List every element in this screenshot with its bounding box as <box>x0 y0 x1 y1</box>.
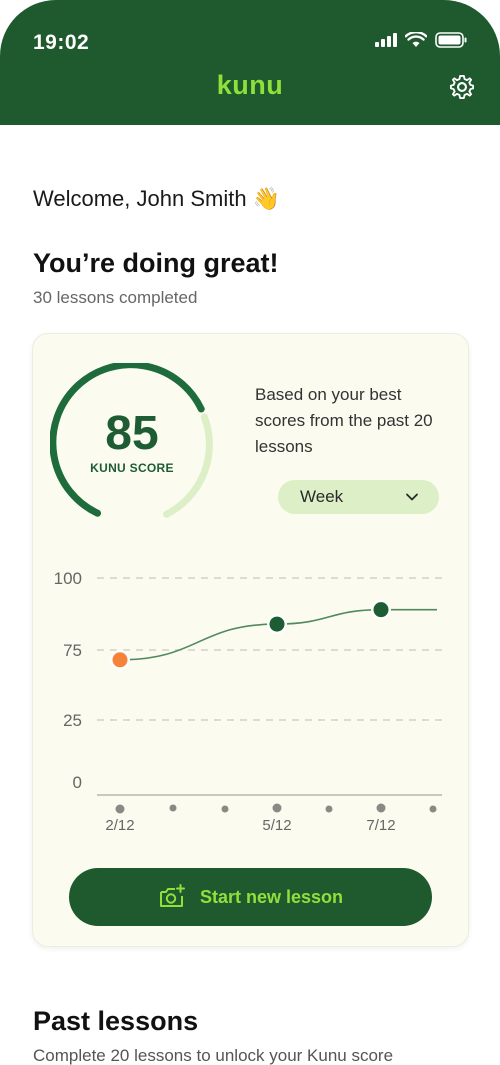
y-tick-label: 100 <box>54 569 82 588</box>
battery-icon <box>435 32 467 48</box>
kunu-score-value: 85 <box>105 407 159 460</box>
x-tick-label: 5/12 <box>262 817 291 834</box>
welcome-message: Welcome, John Smith 👋 <box>33 186 280 212</box>
x-tick-dot <box>272 803 282 813</box>
x-tick-dot <box>115 804 125 814</box>
brand-logo: kunu <box>216 70 284 100</box>
score-chart: 100 75 25 0 2/12 5/12 7/12 <box>54 569 442 834</box>
cellular-signal-icon <box>375 33 397 47</box>
data-point <box>269 616 285 632</box>
y-tick-label: 75 <box>63 641 82 660</box>
start-new-lesson-button[interactable]: Start new lesson <box>69 868 432 926</box>
data-point <box>112 652 128 668</box>
period-dropdown[interactable]: Week <box>278 480 439 514</box>
y-tick-label: 25 <box>63 711 82 730</box>
x-tick-label: 2/12 <box>105 817 134 834</box>
x-tick-dot <box>325 805 333 813</box>
kunu-score-label: KUNU SCORE <box>90 461 174 475</box>
app-header: 19:02 kunu <box>0 0 500 125</box>
wifi-icon <box>405 32 427 47</box>
score-description: Based on your best scores from the past … <box>255 385 433 456</box>
waving-hand-emoji: 👋 <box>252 186 281 211</box>
x-tick-dot <box>429 805 437 813</box>
status-icons <box>375 32 467 48</box>
x-tick-dot <box>169 804 177 812</box>
settings-gear-icon[interactable] <box>448 73 476 101</box>
x-tick-dot <box>221 805 229 813</box>
x-tick-label: 7/12 <box>366 817 395 834</box>
data-point <box>373 602 389 618</box>
camera-add-icon <box>159 884 185 907</box>
welcome-text: Welcome, John Smith <box>33 186 247 211</box>
period-dropdown-value: Week <box>300 487 344 506</box>
status-time: 19:02 <box>33 31 90 54</box>
y-tick-label: 0 <box>73 773 82 792</box>
chevron-down-icon <box>406 493 418 501</box>
progress-heading: You’re doing great! <box>33 248 279 278</box>
past-lessons-subtitle: Complete 20 lessons to unlock your Kunu … <box>33 1046 394 1065</box>
x-tick-dot <box>376 803 386 813</box>
start-new-lesson-label: Start new lesson <box>199 886 344 907</box>
past-lessons-title: Past lessons <box>33 1006 199 1036</box>
lessons-completed-text: 30 lessons completed <box>33 288 198 307</box>
